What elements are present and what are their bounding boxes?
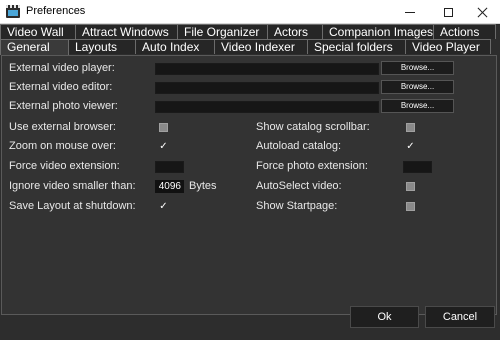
autoload-catalog-checkbox[interactable]: ✓ [406,142,415,152]
use-external-browser-checkbox[interactable] [159,123,168,132]
minimize-icon [405,11,415,13]
show-startpage-checkbox[interactable] [406,202,415,211]
external-video-editor-browse-button[interactable]: Browse... [381,80,454,94]
show-catalog-scrollbar-checkbox[interactable] [406,123,415,132]
external-photo-viewer-field[interactable] [155,101,379,113]
maximize-icon [443,7,453,17]
show-startpage-label: Show Startpage: [256,200,338,212]
close-icon [477,7,488,18]
ignore-video-smaller-than-label: Ignore video smaller than: [9,180,136,192]
autoselect-video-label: AutoSelect video: [256,180,342,192]
zoom-on-mouse-over-checkbox[interactable]: ✓ [159,142,168,152]
autoload-catalog-label: Autoload catalog: [256,140,342,152]
autoselect-video-checkbox[interactable] [406,182,415,191]
ignore-video-size-field[interactable]: 4096 [155,180,184,193]
external-photo-viewer-label: External photo viewer: [9,100,118,112]
tab-general[interactable]: General [0,39,69,55]
external-video-player-field[interactable] [155,63,379,75]
tab-file-organizer[interactable]: File Organizer [177,24,268,39]
tab-attract-windows[interactable]: Attract Windows [75,24,178,39]
maximize-button[interactable] [430,0,466,24]
tab-row-1: Video Wall Attract Windows File Organize… [0,24,496,39]
tab-video-indexer[interactable]: Video Indexer [214,39,308,54]
minimize-button[interactable] [392,0,428,24]
external-video-player-browse-button[interactable]: Browse... [381,61,454,75]
dialog-body: Video Wall Attract Windows File Organize… [0,24,500,340]
tab-companion-images[interactable]: Companion Images [322,24,434,39]
tab-actors[interactable]: Actors [267,24,323,39]
tab-auto-index[interactable]: Auto Index [135,39,215,54]
external-video-editor-field[interactable] [155,82,379,94]
film-clapper-icon [6,5,20,18]
general-tab-panel: External video player: Browse... Externa… [1,55,497,315]
title-bar: Preferences [0,0,500,24]
tab-video-player[interactable]: Video Player [405,39,491,54]
use-external-browser-label: Use external browser: [9,121,116,133]
save-layout-at-shutdown-label: Save Layout at shutdown: [9,200,136,212]
bytes-unit-label: Bytes [189,180,217,192]
cancel-button[interactable]: Cancel [425,306,495,328]
tab-layouts[interactable]: Layouts [68,39,136,54]
force-photo-extension-label: Force photo extension: [256,160,368,172]
zoom-on-mouse-over-label: Zoom on mouse over: [9,140,116,152]
force-photo-extension-field[interactable] [403,161,432,173]
save-layout-at-shutdown-checkbox[interactable]: ✓ [159,202,168,212]
tab-row-2: General Layouts Auto Index Video Indexer… [0,39,491,55]
force-video-extension-field[interactable] [155,161,184,173]
tab-actions[interactable]: Actions [433,24,496,39]
window-title: Preferences [26,5,86,17]
tab-video-wall[interactable]: Video Wall [0,24,76,39]
external-photo-viewer-browse-button[interactable]: Browse... [381,99,454,113]
ok-button[interactable]: Ok [350,306,419,328]
external-video-editor-label: External video editor: [9,81,113,93]
close-button[interactable] [464,0,500,24]
show-catalog-scrollbar-label: Show catalog scrollbar: [256,121,370,133]
tab-special-folders[interactable]: Special folders [307,39,406,54]
force-video-extension-label: Force video extension: [9,160,120,172]
external-video-player-label: External video player: [9,62,115,74]
